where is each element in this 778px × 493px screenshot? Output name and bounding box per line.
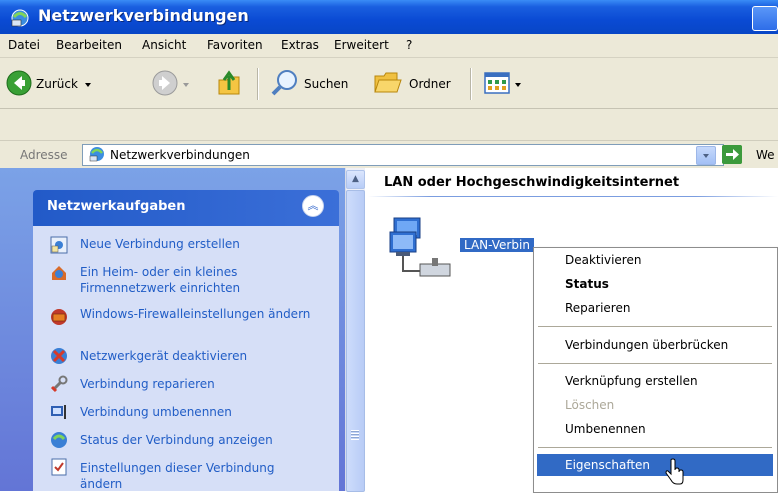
minimize-button[interactable] xyxy=(752,6,778,31)
menu-help[interactable]: ? xyxy=(406,38,412,52)
context-menu-separator xyxy=(538,447,772,448)
scrollbar-grip xyxy=(351,430,359,440)
settings-icon xyxy=(51,458,67,476)
menu-bearbeiten[interactable]: Bearbeiten xyxy=(56,38,122,52)
ctx-item-loeschen: Löschen xyxy=(565,398,615,412)
group-divider xyxy=(368,196,778,197)
menu-datei[interactable]: Datei xyxy=(8,38,40,52)
toolbar-separator xyxy=(470,68,471,100)
collapse-chevron-icon[interactable]: ︽ xyxy=(302,195,324,217)
lan-connection-icon[interactable] xyxy=(388,216,458,282)
ctx-item-status[interactable]: Status xyxy=(565,277,609,291)
context-menu-separator xyxy=(538,363,772,364)
toolbar-area xyxy=(0,109,778,140)
forward-dropdown-icon[interactable] xyxy=(183,83,189,87)
search-icon[interactable] xyxy=(270,69,300,97)
chevron-down-icon xyxy=(703,154,709,158)
toolbar: Zurück Suchen Ordner xyxy=(0,58,778,109)
ctx-item-bridge-connections[interactable]: Verbindungen überbrücken xyxy=(565,338,728,352)
back-dropdown-icon[interactable] xyxy=(85,83,91,87)
context-menu-separator xyxy=(538,326,772,327)
go-arrow-icon[interactable] xyxy=(722,145,742,164)
menu-favoriten[interactable]: Favoriten xyxy=(207,38,263,52)
task-rename-connection[interactable]: Verbindung umbenennen xyxy=(80,404,320,420)
network-connections-icon xyxy=(11,9,29,27)
menu-extras[interactable]: Extras xyxy=(281,38,319,52)
address-label: Adresse xyxy=(20,148,68,162)
folders-icon[interactable] xyxy=(373,70,403,96)
ctx-item-deaktivieren[interactable]: Deaktivieren xyxy=(565,253,641,267)
ctx-item-eigenschaften[interactable]: Eigenschaften xyxy=(565,458,650,472)
forward-arrow-icon[interactable] xyxy=(152,70,178,96)
task-home-network[interactable]: Ein Heim- oder ein kleines Firmennetzwer… xyxy=(80,264,320,296)
task-view-status[interactable]: Status der Verbindung anzeigen xyxy=(80,432,320,448)
hand-cursor-icon xyxy=(665,458,684,485)
back-button-label[interactable]: Zurück xyxy=(36,77,78,91)
task-firewall-settings[interactable]: Windows-Firewalleinstellungen ändern xyxy=(80,306,320,322)
views-icon[interactable] xyxy=(484,72,510,94)
address-dropdown-button[interactable] xyxy=(696,146,716,165)
scroll-up-arrow-icon[interactable]: ▲ xyxy=(346,170,365,189)
status-icon xyxy=(51,432,67,448)
menu-erweitert[interactable]: Erweitert xyxy=(334,38,389,52)
new-connection-icon xyxy=(50,236,68,254)
ctx-item-create-shortcut[interactable]: Verknüpfung erstellen xyxy=(565,374,698,388)
task-change-settings[interactable]: Einstellungen dieser Verbindung ändern xyxy=(80,460,320,492)
home-network-icon xyxy=(52,266,66,280)
address-value: Netzwerkverbindungen xyxy=(110,148,250,162)
disable-device-icon xyxy=(51,348,67,364)
ctx-item-reparieren[interactable]: Reparieren xyxy=(565,301,630,315)
toolbar-separator xyxy=(257,68,258,100)
folder-up-icon[interactable] xyxy=(217,68,243,96)
window-title: Netzwerkverbindungen xyxy=(38,6,249,25)
scrollbar-thumb[interactable] xyxy=(346,190,365,492)
lan-connection-label[interactable]: LAN-Verbin xyxy=(460,238,534,252)
divider xyxy=(0,140,778,141)
views-dropdown-icon[interactable] xyxy=(515,83,521,87)
folders-button-label[interactable]: Ordner xyxy=(409,77,451,91)
task-repair-connection[interactable]: Verbindung reparieren xyxy=(80,376,320,392)
network-connections-icon xyxy=(89,147,104,162)
task-disable-device[interactable]: Netzwerkgerät deaktivieren xyxy=(80,348,320,364)
task-panel-title: Netzwerkaufgaben xyxy=(47,199,186,214)
ctx-item-umbenennen[interactable]: Umbenennen xyxy=(565,422,646,436)
task-new-connection[interactable]: Neue Verbindung erstellen xyxy=(80,236,320,252)
repair-icon xyxy=(50,375,68,393)
firewall-icon xyxy=(51,309,67,325)
rename-icon xyxy=(51,405,66,419)
menu-ansicht[interactable]: Ansicht xyxy=(142,38,186,52)
back-arrow-icon[interactable] xyxy=(6,70,32,96)
search-button-label[interactable]: Suchen xyxy=(304,77,348,91)
go-button-label[interactable]: We xyxy=(756,148,775,162)
group-header: LAN oder Hochgeschwindigkeitsinternet xyxy=(384,175,680,190)
menu-bar: Datei Bearbeiten Ansicht Favoriten Extra… xyxy=(0,34,778,58)
